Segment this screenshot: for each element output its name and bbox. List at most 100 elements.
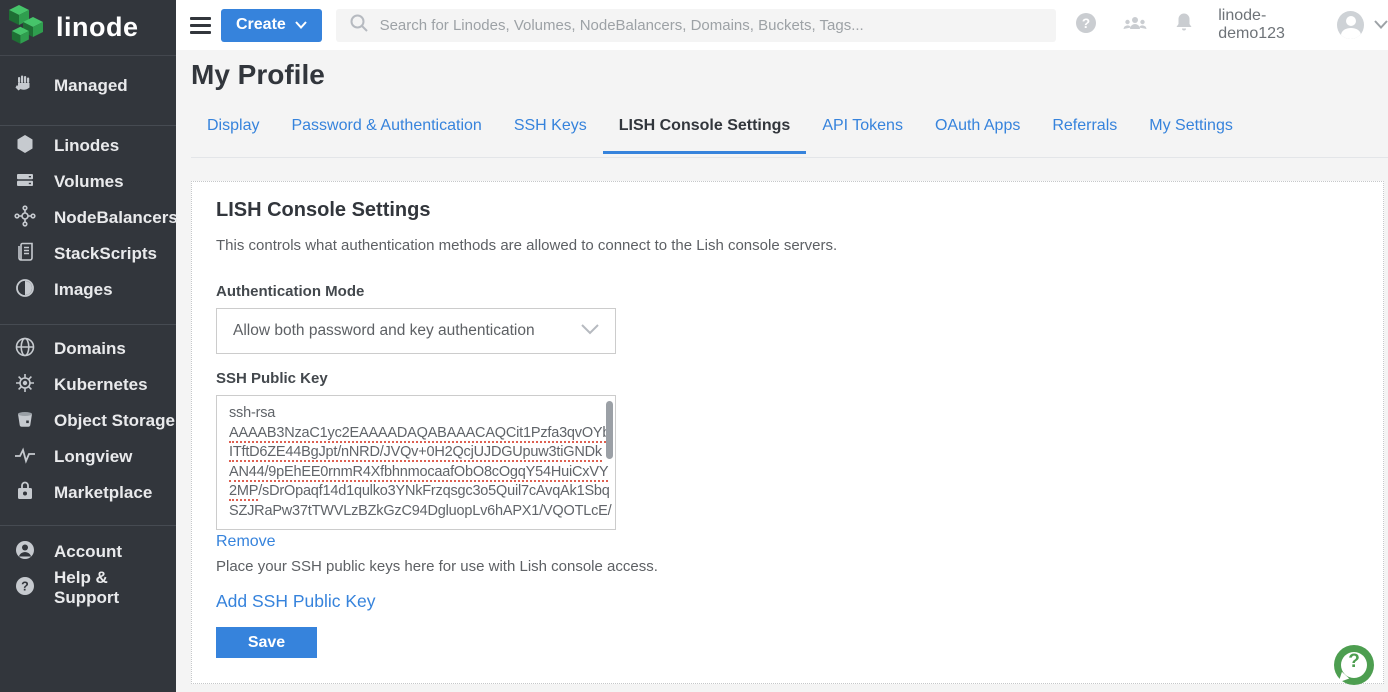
sidebar-item-domains[interactable]: Domains xyxy=(0,331,176,367)
question-circle-icon: ? xyxy=(13,574,37,603)
sidebar-item-label: StackScripts xyxy=(54,244,157,264)
tab-display[interactable]: Display xyxy=(191,113,275,154)
sidebar-item-object-storage[interactable]: Object Storage xyxy=(0,403,176,439)
lish-settings-panel: LISH Console Settings This controls what… xyxy=(191,181,1384,684)
tab-referrals[interactable]: Referrals xyxy=(1036,113,1133,154)
tab-api-tokens[interactable]: API Tokens xyxy=(806,113,919,154)
avatar xyxy=(1337,11,1364,39)
sidebar-item-nodebalancers[interactable]: NodeBalancers xyxy=(0,200,176,236)
svg-text:?: ? xyxy=(1082,16,1090,31)
half-disc-icon xyxy=(13,276,37,305)
script-scroll-icon xyxy=(13,240,37,269)
key-text: AN44/9pEhEE0rnmR4XfbhnmocaafObO8cOgqY54H… xyxy=(229,464,608,482)
tab-lish-console-settings[interactable]: LISH Console Settings xyxy=(603,113,807,154)
sidebar-item-longview[interactable]: Longview xyxy=(0,439,176,475)
application-window: linode Managed xyxy=(0,0,1388,692)
search-input[interactable] xyxy=(380,17,1045,34)
community-icon[interactable] xyxy=(1120,11,1150,40)
header-icon-group: ? xyxy=(1074,10,1196,41)
cube-icon xyxy=(13,132,37,161)
pulse-icon xyxy=(13,443,37,472)
auth-mode-label: Authentication Mode xyxy=(216,283,1359,300)
panel-description: This controls what authentication method… xyxy=(216,237,1359,254)
speech-bubble-tail xyxy=(1339,672,1351,685)
sidebar-item-label: Domains xyxy=(54,339,126,359)
sidebar-item-images[interactable]: Images xyxy=(0,272,176,308)
sidebar: linode Managed xyxy=(0,0,176,692)
network-nodes-icon xyxy=(13,204,37,233)
sidebar-item-marketplace[interactable]: Marketplace xyxy=(0,475,176,511)
svg-text:?: ? xyxy=(21,579,29,593)
tab-my-settings[interactable]: My Settings xyxy=(1133,113,1249,154)
stacked-drives-icon xyxy=(13,168,37,197)
globe-icon xyxy=(13,335,37,364)
sidebar-item-label: Kubernetes xyxy=(54,375,148,395)
sidebar-item-help-support[interactable]: ? Help & Support xyxy=(0,570,176,606)
question-mark-icon: ? xyxy=(1334,651,1374,673)
textarea-scrollbar[interactable] xyxy=(606,401,613,459)
save-button[interactable]: Save xyxy=(216,627,317,658)
ssh-public-key-label: SSH Public Key xyxy=(216,370,1359,387)
sidebar-nav: Managed Linodes xyxy=(0,56,176,606)
tab-oauth-apps[interactable]: OAuth Apps xyxy=(919,113,1036,154)
helm-wheel-icon xyxy=(13,371,37,400)
sidebar-item-label: Marketplace xyxy=(54,483,152,503)
remove-key-link[interactable]: Remove xyxy=(216,533,276,551)
sidebar-item-label: Volumes xyxy=(54,172,124,192)
hamburger-menu-icon[interactable] xyxy=(190,13,211,38)
tabs-divider xyxy=(191,157,1388,158)
sidebar-item-label: Longview xyxy=(54,447,132,467)
sidebar-item-volumes[interactable]: Volumes xyxy=(0,164,176,200)
add-ssh-key-link[interactable]: Add SSH Public Key xyxy=(216,591,376,612)
chevron-down-icon xyxy=(1374,16,1388,34)
sidebar-item-label: Object Storage xyxy=(54,411,175,431)
key-text: /sDrOpaqf14d1qulko3YNkFrzqsgc3o5Quil7cAv… xyxy=(258,483,609,499)
key-text: ITftD6ZE44BgJpt/nNRD/JVQv+0H2QcjUJDGUpuw… xyxy=(229,444,602,462)
ssh-public-key-textarea[interactable]: ssh-rsa AAAAB3NzaC1yc2EAAAADAQABAAACAQCi… xyxy=(216,395,616,530)
key-text: 2MP xyxy=(229,483,258,501)
auth-mode-value: Allow both password and key authenticati… xyxy=(233,322,535,340)
create-button-label: Create xyxy=(236,16,286,34)
sidebar-item-label: Managed xyxy=(54,76,128,96)
linode-cubes-icon xyxy=(8,3,46,52)
sidebar-divider xyxy=(0,324,176,325)
linode-logo[interactable]: linode xyxy=(0,0,176,56)
sidebar-item-linodes[interactable]: Linodes xyxy=(0,128,176,164)
tab-password-authentication[interactable]: Password & Authentication xyxy=(275,113,497,154)
tab-ssh-keys[interactable]: SSH Keys xyxy=(498,113,603,154)
top-header: Create ? xyxy=(176,0,1388,50)
notifications-bell-icon[interactable] xyxy=(1172,10,1196,41)
page-title: My Profile xyxy=(191,59,325,91)
bucket-icon xyxy=(13,407,37,436)
create-button[interactable]: Create xyxy=(221,9,321,42)
key-text: AAAAB3NzaC1yc2EAAAADAQABAAACAQCit1Pzfa3q… xyxy=(229,425,610,443)
sidebar-item-label: Account xyxy=(54,542,122,562)
support-chat-button[interactable]: ? xyxy=(1334,645,1374,685)
profile-tabs: Display Password & Authentication SSH Ke… xyxy=(191,113,1249,154)
auth-mode-select[interactable]: Allow both password and key authenticati… xyxy=(216,308,616,354)
sidebar-item-kubernetes[interactable]: Kubernetes xyxy=(0,367,176,403)
sidebar-divider xyxy=(0,525,176,526)
sidebar-item-label: Linodes xyxy=(54,136,119,156)
key-text: ssh-rsa xyxy=(229,405,275,421)
sidebar-divider xyxy=(0,125,176,126)
shopping-bag-icon xyxy=(13,479,37,508)
global-search xyxy=(336,9,1057,42)
chevron-down-icon xyxy=(295,21,307,29)
sidebar-item-managed[interactable]: Managed xyxy=(0,68,176,104)
sidebar-item-label: Images xyxy=(54,280,113,300)
sidebar-item-stackscripts[interactable]: StackScripts xyxy=(0,236,176,272)
logo-text: linode xyxy=(56,12,139,43)
person-circle-icon xyxy=(13,538,37,567)
key-text: SZJRaPw37tTWVLzBZkGzC94DgluopLv6hAPX1/VQ… xyxy=(229,503,611,519)
username: linode-demo123 xyxy=(1218,7,1327,43)
hand-holding-icon xyxy=(13,72,37,101)
panel-title: LISH Console Settings xyxy=(216,199,1359,222)
sidebar-item-account[interactable]: Account xyxy=(0,534,176,570)
ssh-key-helper-text: Place your SSH public keys here for use … xyxy=(216,558,1359,575)
chevron-down-icon xyxy=(581,322,599,340)
sidebar-item-label: Help & Support xyxy=(54,568,176,608)
search-icon xyxy=(348,12,370,39)
user-menu[interactable]: linode-demo123 xyxy=(1196,7,1388,43)
help-icon[interactable]: ? xyxy=(1074,11,1098,40)
